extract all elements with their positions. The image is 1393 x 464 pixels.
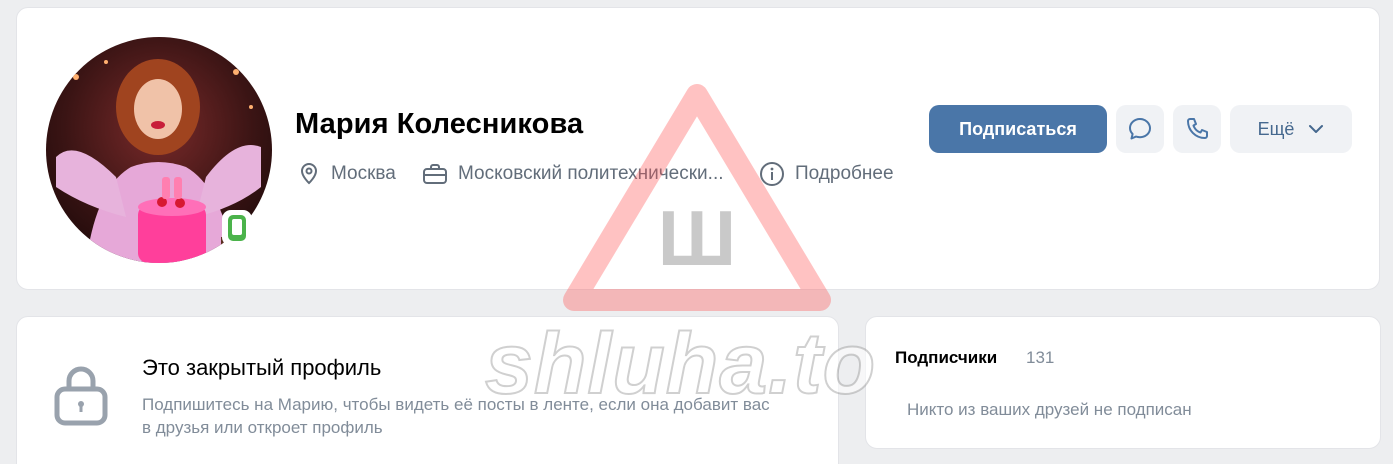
closed-profile-title: Это закрытый профиль bbox=[142, 355, 382, 380]
followers-title: Подписчики bbox=[895, 348, 998, 367]
more-button[interactable]: Ещё bbox=[1230, 105, 1352, 153]
phone-icon bbox=[1187, 118, 1208, 139]
map-pin-icon bbox=[300, 163, 318, 185]
followers-count: 131 bbox=[1026, 348, 1055, 367]
online-mobile-icon bbox=[222, 210, 252, 246]
more-button-label: Ещё bbox=[1257, 118, 1295, 139]
profile-header-card: Мария Колесникова Москва Московский поли… bbox=[16, 7, 1380, 290]
profile-name: Мария Колесникова bbox=[295, 108, 584, 140]
profile-city-label: Москва bbox=[331, 163, 396, 184]
profile-city[interactable]: Москва bbox=[297, 160, 396, 188]
followers-card[interactable]: Подписчики 131 Никто из ваших друзей не … bbox=[865, 316, 1381, 449]
subscribe-button[interactable]: Подписаться bbox=[929, 105, 1107, 153]
lock-icon bbox=[54, 366, 108, 426]
briefcase-icon bbox=[423, 164, 447, 184]
followers-empty-text: Никто из ваших друзей не подписан bbox=[907, 400, 1192, 419]
profile-work-label: Московский политехнически... bbox=[458, 163, 724, 184]
message-button[interactable] bbox=[1116, 105, 1164, 153]
closed-profile-card: Это закрытый профиль Подпишитесь на Мари… bbox=[16, 316, 839, 464]
profile-work[interactable]: Московский политехнически... bbox=[422, 160, 724, 188]
profile-details-link[interactable]: Подробнее bbox=[759, 160, 894, 188]
call-button[interactable] bbox=[1173, 105, 1221, 153]
profile-details-label: Подробнее bbox=[795, 163, 894, 184]
info-icon bbox=[760, 162, 784, 186]
message-icon bbox=[1129, 118, 1151, 140]
subscribe-button-label: Подписаться bbox=[959, 118, 1077, 139]
chevron-down-icon bbox=[1309, 125, 1324, 133]
closed-profile-text: Подпишитесь на Марию, чтобы видеть её по… bbox=[142, 395, 770, 437]
